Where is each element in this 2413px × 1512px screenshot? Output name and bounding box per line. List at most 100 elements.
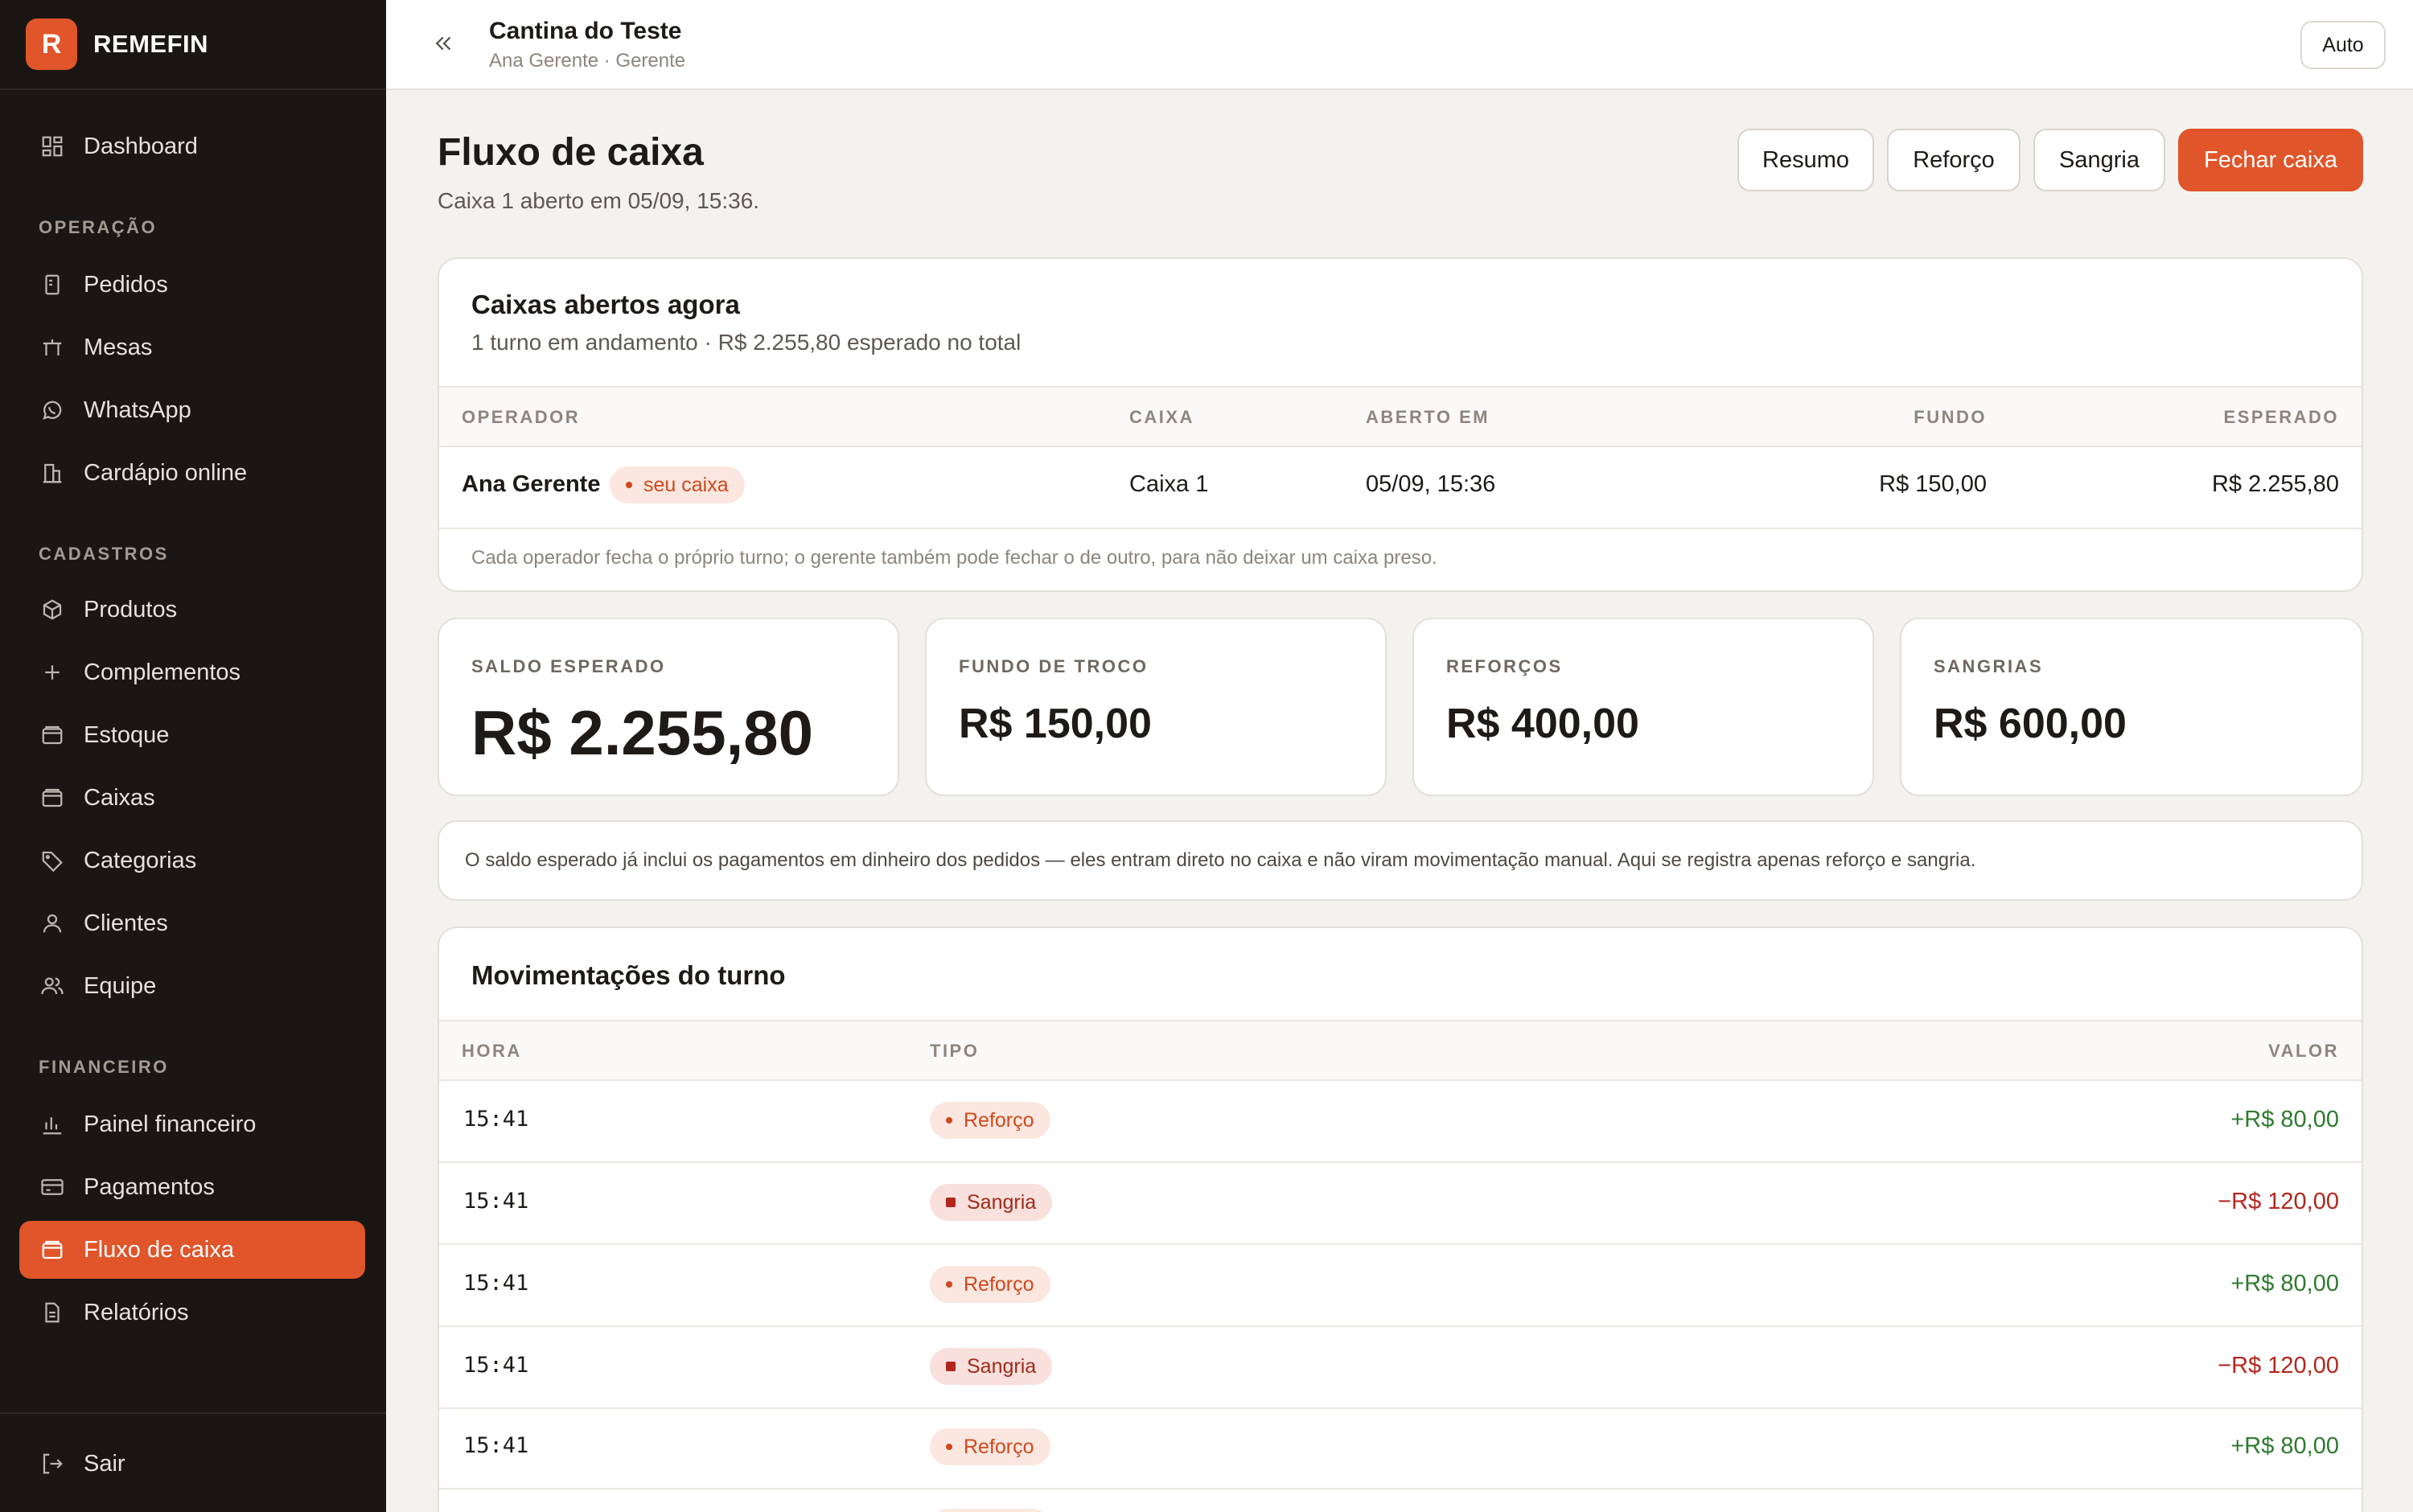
sidebar-item-pagamentos[interactable]: Pagamentos [19,1158,365,1216]
movement-value: +R$ 80,00 [2230,1107,2339,1132]
document-icon [39,1299,66,1326]
movement-type-badge: Reforço [930,1428,1050,1465]
sidebar-item-pedidos[interactable]: Pedidos [19,256,365,314]
open-registers-note: Cada operador fecha o próprio turno; o g… [471,547,1437,569]
movement-type-badge: Reforço [930,1102,1050,1139]
stat-card-fundo-de-troco: FUNDO DE TROCO R$ 150,00 [925,618,1387,796]
logout-button[interactable]: Sair [19,1435,365,1493]
sidebar-item-fluxo-de-caixa[interactable]: Fluxo de caixa [19,1221,365,1279]
section-label-cadastros: CADASTROS [39,544,169,564]
movement-time: 15:41 [463,1353,529,1378]
sangria-button[interactable]: Sangria [2033,129,2165,191]
stat-card-reforcos: REFORÇOS R$ 400,00 [1412,618,1874,796]
column-header-tipo: TIPO [930,1041,980,1061]
dot-icon [946,1444,952,1450]
sidebar-item-categorias[interactable]: Categorias [19,832,365,890]
column-header-aberto-em: ABERTO EM [1366,407,1490,427]
sidebar-item-mesas[interactable]: Mesas [19,318,365,376]
movements-title: Movimentações do turno [471,960,786,990]
column-header-caixa: CAIXA [1129,407,1194,427]
expected-amount: R$ 2.255,80 [2211,471,2339,497]
own-register-badge: seu caixa [610,466,745,503]
sidebar-item-painel-financeiro[interactable]: Painel financeiro [19,1095,365,1153]
row-divider [439,528,2362,529]
current-user: Ana Gerente · Gerente [489,50,686,72]
row-divider [439,1407,2362,1409]
sidebar-item-label: Caixas [84,784,155,811]
sidebar-item-dashboard[interactable]: Dashboard [19,117,365,175]
reforco-button[interactable]: Reforço [1887,129,2020,191]
square-icon [946,1362,956,1371]
sidebar-item-clientes[interactable]: Clientes [19,894,365,952]
dashboard-icon [39,133,66,160]
sidebar-item-label: Relatórios [84,1299,189,1325]
collapse-sidebar-button[interactable] [428,29,460,61]
sidebar-item-label: Clientes [84,910,168,936]
stat-value: R$ 150,00 [959,701,1152,747]
badge-label: Reforço [964,1272,1034,1296]
sidebar-item-label: Painel financeiro [84,1111,257,1137]
logout-icon [39,1450,66,1477]
box-icon [39,596,66,623]
square-icon [946,1198,956,1207]
column-header-valor: VALOR [2268,1041,2339,1061]
stat-label: REFORÇOS [1446,656,1563,676]
double-chevron-left-icon [432,31,456,60]
movements-header: HORA TIPO VALOR [439,1020,2362,1081]
wallet-icon [39,1236,66,1263]
sidebar: R REMEFIN Dashboard OPERAÇÃO Pedidos Mes… [0,0,386,1512]
sidebar-item-cardapio[interactable]: Cardápio online [19,444,365,502]
badge-label: seu caixa [643,473,729,496]
store-name: Cantina do Teste [489,18,682,44]
credit-card-icon [39,1173,66,1201]
movement-time: 15:41 [463,1271,529,1296]
movement-value: −R$ 120,00 [2218,1189,2339,1214]
sidebar-item-produtos[interactable]: Produtos [19,581,365,639]
section-label-operacao: OPERAÇÃO [39,217,158,237]
plus-icon [39,659,66,686]
dot-icon [946,1117,952,1124]
sidebar-item-complementos[interactable]: Complementos [19,643,365,701]
sidebar-item-label: Pedidos [84,271,168,298]
logout-label: Sair [84,1450,125,1477]
movement-time: 15:41 [463,1433,529,1458]
building-icon [39,459,66,487]
stat-label: SANGRIAS [1934,656,2044,676]
row-divider [439,1488,2362,1489]
bar-chart-icon [39,1111,66,1138]
resumo-button[interactable]: Resumo [1737,129,1874,191]
movements-card: Movimentações do turno HORA TIPO VALOR 1… [438,927,2363,1512]
sidebar-item-whatsapp[interactable]: WhatsApp [19,381,365,439]
sidebar-item-label: Dashboard [84,133,198,159]
table-icon [39,334,66,361]
sidebar-item-equipe[interactable]: Equipe [19,957,365,1015]
section-label-financeiro: FINANCEIRO [39,1057,169,1077]
column-header-operador: OPERADOR [462,407,581,427]
sidebar-item-relatorios[interactable]: Relatórios [19,1284,365,1341]
movement-time: 15:41 [463,1107,529,1132]
operator-name: Ana Gerente [462,471,601,497]
brand-logo: R [26,18,77,70]
stat-label: SALDO ESPERADO [471,656,666,676]
movement-type-badge: Sangria [930,1348,1053,1385]
column-header-esperado: ESPERADO [2223,407,2339,427]
column-header-fundo: FUNDO [1914,407,1987,427]
sidebar-item-label: Equipe [84,972,157,999]
page-title: Fluxo de caixa [438,131,704,174]
stat-label: FUNDO DE TROCO [959,656,1149,676]
sidebar-item-caixas[interactable]: Caixas [19,769,365,827]
movement-time: 15:41 [463,1189,529,1214]
dot-icon [946,1281,952,1288]
stat-value: R$ 400,00 [1446,701,1639,747]
movement-type-badge-partial [930,1509,1050,1512]
info-note-text: O saldo esperado já inclui os pagamentos… [465,849,1976,871]
row-divider [439,1325,2362,1327]
brand-name: REMEFIN [93,30,208,58]
theme-mode-button[interactable]: Auto [2300,21,2386,69]
movement-type-badge: Sangria [930,1184,1053,1221]
sidebar-item-estoque[interactable]: Estoque [19,706,365,764]
badge-label: Reforço [964,1108,1034,1132]
badge-label: Reforço [964,1435,1034,1458]
sidebar-item-label: Complementos [84,659,241,685]
fechar-caixa-button[interactable]: Fechar caixa [2178,129,2363,191]
